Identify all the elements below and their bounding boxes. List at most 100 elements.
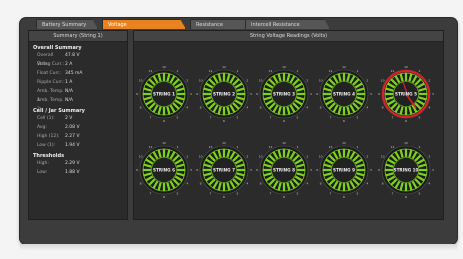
cell-number: 5 — [237, 192, 239, 196]
cell-number: 1 — [237, 145, 239, 149]
overall-value: 1 A — [65, 80, 73, 85]
overall-value: 47.8 V — [65, 53, 80, 58]
cell-number: 12 — [222, 65, 226, 69]
tab-battery-summary[interactable]: Battery Summary — [36, 19, 98, 29]
cell-number: 1 — [419, 69, 421, 73]
cell-number: 8 — [320, 106, 322, 110]
cell-number: 9 — [316, 168, 318, 172]
cell-number: 8 — [140, 182, 142, 186]
gauge-label: STRING 9 — [333, 168, 355, 173]
cell-number: 3 — [432, 92, 434, 96]
cell-number: 4 — [186, 106, 188, 110]
cell-number: 9 — [136, 92, 138, 96]
cell-number: 4 — [246, 106, 248, 110]
cell-number: 10 — [139, 79, 143, 83]
string-gauge[interactable]: 123456789101112STRING 10 — [378, 141, 434, 199]
string-gauge[interactable]: 123456789101112STRING 9 — [316, 141, 372, 199]
cell-number: 7 — [270, 116, 272, 120]
tab-intercell-resistance[interactable]: Intercell Resistance — [245, 19, 330, 29]
string-gauge[interactable]: 123456789101112STRING 7 — [196, 141, 252, 199]
gauge-label: STRING 6 — [153, 168, 175, 173]
string-gauge[interactable]: 123456789101112STRING 4 — [316, 65, 372, 123]
cell-number: 2 — [246, 79, 248, 83]
cell-number: 11 — [329, 69, 333, 73]
tab-voltage[interactable]: Voltage — [102, 19, 186, 29]
cell-number: 1 — [297, 69, 299, 73]
cell-number: 2 — [186, 79, 188, 83]
cell-number: 4 — [428, 106, 430, 110]
cell-number: 9 — [378, 92, 380, 96]
cell-number: 11 — [269, 145, 273, 149]
cell-number: 5 — [419, 116, 421, 120]
cell-number: 9 — [316, 92, 318, 96]
string-gauge[interactable]: 123456789101112STRING 5 — [378, 65, 434, 123]
cell-row: Cell (1): 2 V — [29, 114, 127, 123]
cell-number: 8 — [140, 106, 142, 110]
cell-number: 1 — [357, 69, 359, 73]
overall-label: String Curr.: — [37, 62, 65, 67]
cell-number: 1 — [419, 145, 421, 149]
cell-number: 10 — [259, 155, 263, 159]
threshold-value: 2.29 V — [65, 161, 80, 166]
cell-number: 3 — [370, 92, 372, 96]
summary-title: Summary (String 1) — [29, 31, 127, 42]
cell-label: High (12): — [37, 134, 60, 139]
overall-value: 2 A — [65, 62, 73, 67]
cell-number: 4 — [366, 106, 368, 110]
cell-number: 4 — [186, 182, 188, 186]
cell-number: 12 — [342, 65, 346, 69]
string-gauge[interactable]: 123456789101112STRING 6 — [136, 141, 192, 199]
gauges-title: String Voltage Readings (Volts) — [134, 31, 443, 42]
cell-number: 3 — [190, 92, 192, 96]
overall-row: Ripple Curr.: 1 A — [29, 78, 127, 87]
cell-number: 2 — [428, 155, 430, 159]
string-gauge[interactable]: 123456789101112STRING 2 — [196, 65, 252, 123]
gauge-label: STRING 8 — [273, 168, 295, 173]
threshold-label: Low: — [37, 170, 48, 175]
cell-number: 9 — [256, 92, 258, 96]
cell-number: 9 — [378, 168, 380, 172]
overall-row: String Curr.: 2 A — [29, 60, 127, 69]
cell-number: 6 — [223, 195, 225, 199]
cell-number: 3 — [190, 168, 192, 172]
cell-value: 2.08 V — [65, 125, 80, 130]
cell-number: 7 — [392, 192, 394, 196]
cell-number: 11 — [209, 69, 213, 73]
cell-number: 12 — [162, 141, 166, 145]
string-gauge[interactable]: 123456789101112STRING 1 — [136, 65, 192, 123]
cell-number: 10 — [381, 155, 385, 159]
string-gauge[interactable]: 123456789101112STRING 3 — [256, 65, 312, 123]
cell-number: 2 — [246, 155, 248, 159]
cell-number: 2 — [306, 155, 308, 159]
gauge-label: STRING 2 — [213, 92, 235, 97]
cell-number: 11 — [149, 69, 153, 73]
cell-number: 1 — [177, 145, 179, 149]
cell-number: 7 — [210, 192, 212, 196]
cell-number: 6 — [163, 195, 165, 199]
cell-number: 7 — [210, 116, 212, 120]
cell-number: 5 — [177, 116, 179, 120]
cell-number: 10 — [381, 79, 385, 83]
cell-number: 4 — [246, 182, 248, 186]
cell-number: 7 — [330, 116, 332, 120]
overall-row: Amb. Temp. 1: N/A — [29, 87, 127, 103]
cell-number: 7 — [392, 116, 394, 120]
cell-number: 11 — [209, 145, 213, 149]
string-gauge[interactable]: 123456789101112STRING 8 — [256, 141, 312, 199]
threshold-row: High: 2.29 V — [29, 159, 127, 168]
cell-number: 12 — [404, 141, 408, 145]
cell-number: 10 — [139, 155, 143, 159]
overall-row: Amb. Temp. 2: N/A — [29, 96, 127, 112]
cell-number: 7 — [330, 192, 332, 196]
cell-number: 8 — [382, 106, 384, 110]
cell-number: 4 — [366, 182, 368, 186]
cell-number: 9 — [256, 168, 258, 172]
cell-value: 2 V — [65, 116, 73, 121]
cell-number: 12 — [222, 141, 226, 145]
cell-number: 1 — [357, 145, 359, 149]
gauge-label: STRING 5 — [395, 92, 417, 97]
cell-number: 2 — [428, 79, 430, 83]
cell-number: 10 — [259, 79, 263, 83]
cell-number: 6 — [405, 195, 407, 199]
overall-row: Float Curr.: 345 mA — [29, 69, 127, 78]
